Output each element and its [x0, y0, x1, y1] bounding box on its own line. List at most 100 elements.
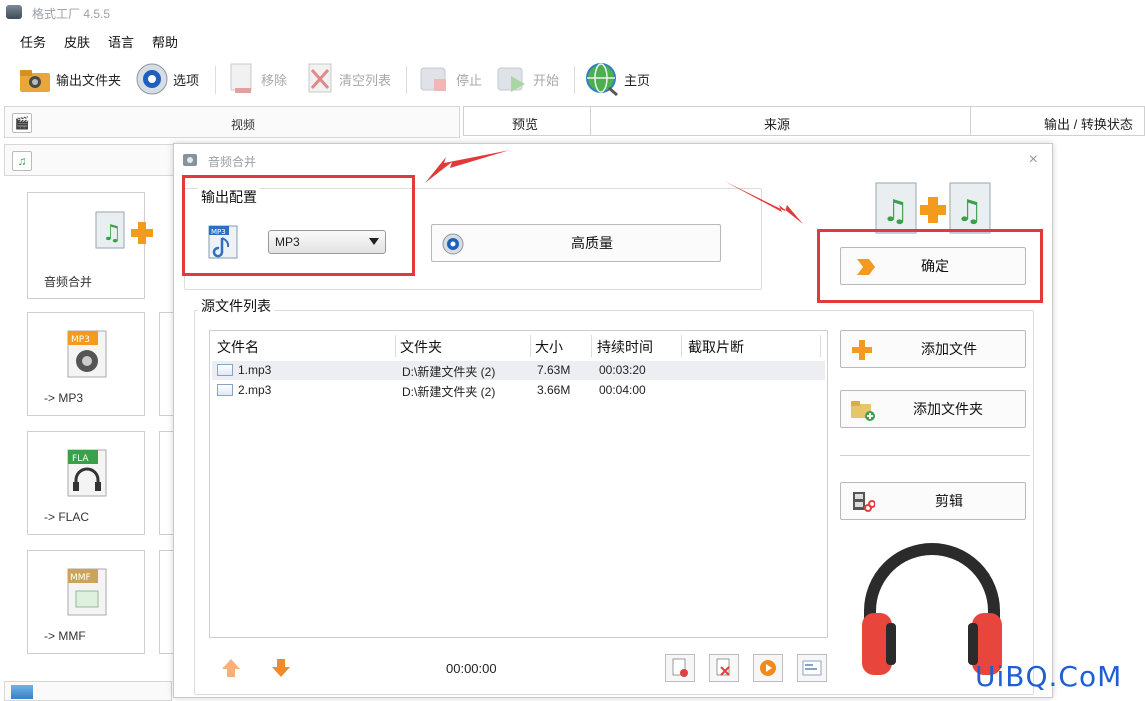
- tile-audio-merge[interactable]: ♫ 音频合并: [27, 192, 153, 299]
- options-button[interactable]: 选项: [135, 60, 199, 98]
- add-folder-label: 添加文件夹: [913, 401, 983, 417]
- tile-to-mmf[interactable]: MMF -> MMF: [27, 550, 145, 654]
- toolbar-separator: [406, 66, 407, 94]
- column-clip[interactable]: 截取片断: [688, 331, 744, 359]
- mmf-badge: MMF: [70, 573, 91, 583]
- column-filename[interactable]: 文件名: [217, 331, 259, 359]
- tile-to-flac-label: -> FLAC: [44, 510, 90, 524]
- column-divider: [395, 335, 396, 357]
- column-divider: [820, 335, 821, 357]
- start-button[interactable]: 开始: [495, 60, 559, 98]
- row-folder: D:\新建文件夹 (2): [402, 385, 496, 399]
- quality-button-label: 高质量: [571, 235, 613, 251]
- category-picture[interactable]: [4, 681, 172, 701]
- remove-button[interactable]: 移除: [227, 60, 287, 98]
- edit-button[interactable]: 剪辑: [840, 482, 1026, 520]
- toolbar-separator: [215, 66, 216, 94]
- output-folder-button[interactable]: 输出文件夹: [18, 60, 121, 98]
- row-folder: D:\新建文件夹 (2): [402, 365, 496, 379]
- dialog-title: 音频合并: [208, 155, 257, 169]
- mp3-badge: MP3: [71, 335, 90, 345]
- start-label: 开始: [533, 72, 560, 88]
- gear-icon: [442, 233, 464, 255]
- tile-to-flac[interactable]: FLA -> FLAC: [27, 431, 145, 535]
- clear-items-button[interactable]: [709, 654, 739, 682]
- audio-file-icon: [217, 384, 233, 396]
- film-scissors-icon: [853, 492, 875, 512]
- move-down-icon[interactable]: [270, 657, 292, 679]
- watermark: UiBQ.CoM: [975, 660, 1123, 693]
- add-folder-icon: [851, 401, 875, 421]
- category-video[interactable]: 🎬 视频: [4, 106, 460, 138]
- headphones-icon: [862, 543, 1002, 675]
- svg-text:♫: ♫: [102, 221, 122, 246]
- tile-to-mp3[interactable]: MP3 -> MP3: [27, 312, 145, 416]
- music-note-icon: ♫: [12, 151, 32, 171]
- column-duration[interactable]: 持续时间: [597, 331, 653, 359]
- clear-list-icon: [716, 658, 730, 676]
- row-duration: 00:03:20: [599, 363, 646, 377]
- annotation-box-ok: [817, 229, 1043, 303]
- annotation-box-output-config: [182, 175, 415, 276]
- svg-text:♫: ♫: [956, 194, 983, 229]
- flac-badge: FLA: [72, 454, 89, 464]
- table-row[interactable]: 1.mp3 D:\新建文件夹 (2) 7.63M 00:03:20: [212, 361, 825, 380]
- play-button[interactable]: [753, 654, 783, 682]
- row-filename: 1.mp3: [238, 363, 272, 377]
- home-button[interactable]: 主页: [584, 60, 650, 98]
- window-title: 格式工厂 4.5.5: [32, 7, 111, 21]
- clear-list-button[interactable]: 清空列表: [305, 60, 391, 98]
- column-divider: [591, 335, 592, 357]
- remove-file-icon: [672, 658, 688, 677]
- column-folder[interactable]: 文件夹: [400, 331, 442, 359]
- plus-icon: [852, 340, 872, 360]
- flac-file-icon: FLA: [67, 449, 107, 497]
- menu-help[interactable]: 帮助: [152, 32, 178, 51]
- globe-icon: [586, 63, 618, 97]
- source-list-label: 源文件列表: [198, 296, 274, 316]
- column-preview[interactable]: 预览: [512, 114, 538, 133]
- task-table-header: 预览 来源 输出 / 转换状态: [463, 106, 1145, 136]
- add-file-label: 添加文件: [921, 341, 977, 357]
- film-icon: 🎬: [12, 113, 32, 133]
- menu-bar: 任务 皮肤 语言 帮助: [0, 29, 300, 51]
- column-divider: [530, 335, 531, 357]
- move-up-icon[interactable]: [220, 657, 242, 679]
- toolbar: 输出文件夹 选项 移除 清空列表 停止 开始 主页: [0, 56, 1145, 102]
- total-time: 00:00:00: [446, 661, 497, 676]
- column-size[interactable]: 大小: [535, 331, 563, 359]
- column-source[interactable]: 来源: [764, 114, 790, 133]
- quality-button[interactable]: 高质量: [431, 224, 721, 262]
- output-folder-label: 输出文件夹: [56, 72, 122, 88]
- clear-list-icon: [308, 63, 332, 93]
- options-label: 选项: [173, 72, 200, 88]
- column-divider: [681, 335, 682, 357]
- mmf-file-icon: MMF: [67, 568, 107, 616]
- remove-label: 移除: [261, 72, 288, 88]
- dialog-app-icon: [183, 154, 197, 166]
- info-button[interactable]: [797, 654, 827, 682]
- category-audio[interactable]: ♫: [4, 144, 174, 176]
- menu-task[interactable]: 任务: [20, 32, 46, 51]
- stop-button[interactable]: 停止: [418, 60, 482, 98]
- column-divider: [970, 107, 971, 135]
- picture-icon: [11, 685, 33, 699]
- remove-item-button[interactable]: [665, 654, 695, 682]
- audio-merge-icon: ♫: [95, 211, 153, 249]
- add-folder-button[interactable]: 添加文件夹: [840, 390, 1026, 428]
- row-filename: 2.mp3: [238, 383, 272, 397]
- media-info-icon: [802, 660, 822, 676]
- close-icon[interactable]: ×: [1029, 151, 1038, 169]
- column-output-status[interactable]: 输出 / 转换状态: [1044, 114, 1133, 133]
- tile-audio-merge-label: 音频合并: [44, 275, 93, 289]
- tile-to-mmf-label: -> MMF: [44, 629, 86, 643]
- menu-skin[interactable]: 皮肤: [64, 32, 90, 51]
- add-file-button[interactable]: 添加文件: [840, 330, 1026, 368]
- svg-text:♫: ♫: [882, 194, 909, 229]
- stop-icon: [420, 67, 446, 91]
- menu-language[interactable]: 语言: [108, 32, 134, 51]
- clear-list-label: 清空列表: [339, 72, 392, 88]
- table-row[interactable]: 2.mp3 D:\新建文件夹 (2) 3.66M 00:04:00: [212, 381, 825, 400]
- remove-file-icon: [230, 63, 252, 93]
- file-list[interactable]: 文件名 文件夹 大小 持续时间 截取片断 1.mp3 D:\新建文件夹 (2) …: [209, 330, 828, 638]
